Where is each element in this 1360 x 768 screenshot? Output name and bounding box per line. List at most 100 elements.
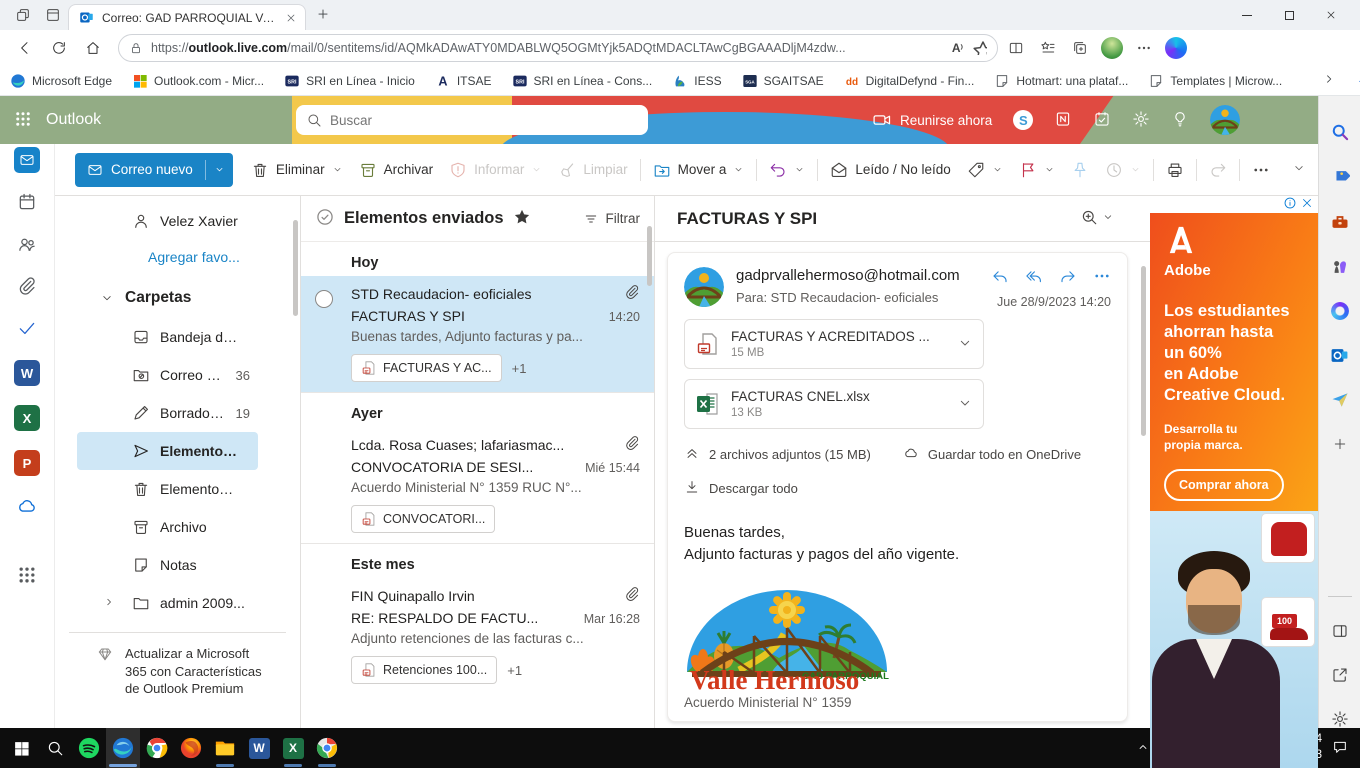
sidebar-drop-icon[interactable] <box>1329 390 1351 410</box>
window-close-button[interactable] <box>1310 0 1352 30</box>
word-taskbar-icon[interactable]: W <box>242 728 276 768</box>
todo-icon[interactable] <box>1093 110 1111 131</box>
home-button[interactable] <box>78 40 108 56</box>
outlook-logo-text[interactable]: Outlook <box>46 111 101 129</box>
bookmark[interactable]: Templates | Microw... <box>1148 73 1282 89</box>
attachment-card[interactable]: FACTURAS CNEL.xlsx13 KB <box>684 379 984 429</box>
feed-icon[interactable] <box>1054 110 1072 131</box>
new-mail-button[interactable]: Correo nuevo <box>75 153 233 187</box>
bookmark[interactable]: SRISRI en Línea - Inicio <box>284 73 415 89</box>
reading-scrollbar[interactable] <box>1141 266 1146 436</box>
sidebar-games-icon[interactable] <box>1329 257 1351 277</box>
select-all-icon[interactable] <box>315 207 335 230</box>
copilot-icon[interactable] <box>1162 37 1190 59</box>
sidebar-settings-icon[interactable] <box>1329 709 1351 728</box>
folder-pane-scrollbar[interactable] <box>293 220 298 316</box>
move-to-button[interactable]: Mover a <box>645 153 753 187</box>
ad-cta-button[interactable]: Comprar ahora <box>1164 469 1284 501</box>
print-button[interactable] <box>1158 153 1192 187</box>
zoom-icon[interactable] <box>1080 208 1098 229</box>
ad-close-icon[interactable] <box>1300 196 1314 213</box>
download-all-link[interactable]: Descargar todo <box>709 481 798 496</box>
tab-actions-icon[interactable] <box>38 7 68 23</box>
workspaces-icon[interactable] <box>8 7 38 23</box>
attachment-chip[interactable]: FACTURAS Y AC... <box>351 354 502 382</box>
browser-tab[interactable]: Correo: GAD PARROQUIAL VALLE <box>68 4 306 30</box>
action-center-icon[interactable] <box>1332 739 1348 758</box>
app-launcher-icon[interactable] <box>14 110 32 131</box>
adobe-ad[interactable]: Adobe Los estudiantesahorran hastaun 60%… <box>1150 213 1318 511</box>
folder-notes[interactable]: Notas <box>55 546 300 584</box>
ad-info-icon[interactable] <box>1283 196 1297 213</box>
refresh-button[interactable] <box>44 40 74 56</box>
flag-button[interactable] <box>1011 153 1063 187</box>
bookmark[interactable]: SGASGAITSAE <box>742 73 824 89</box>
tips-bulb-icon[interactable] <box>1171 110 1189 131</box>
sidebar-shopping-icon[interactable] <box>1329 167 1351 187</box>
read-aloud-icon[interactable]: A <box>952 41 963 55</box>
delete-button[interactable]: Eliminar <box>243 153 351 187</box>
collapse-toolbar-icon[interactable] <box>1292 161 1306 178</box>
more-apps-icon[interactable] <box>17 565 37 588</box>
tab-close-icon[interactable] <box>285 12 297 24</box>
folder-admin[interactable]: admin 2009... <box>55 584 300 622</box>
attachment-dropdown-icon[interactable] <box>957 335 973 354</box>
email-list-item[interactable]: Lcda. Rosa Cuases; lafariasmac... CONVOC… <box>301 427 654 543</box>
spotify-icon[interactable] <box>72 728 106 768</box>
bookmark[interactable]: SRISRI en Línea - Cons... <box>512 73 653 89</box>
calendar-module-icon[interactable] <box>17 192 37 215</box>
folder-inbox[interactable]: Bandeja de ... <box>55 318 300 356</box>
save-to-onedrive-link[interactable]: Guardar todo en OneDrive <box>928 447 1081 462</box>
favorite-item[interactable]: Velez Xavier <box>55 202 300 240</box>
folder-deleted[interactable]: Elementos e... <box>55 470 300 508</box>
search-input[interactable] <box>330 113 638 128</box>
word-icon[interactable]: W <box>14 360 40 386</box>
file-explorer-icon[interactable] <box>208 728 242 768</box>
powerpoint-icon[interactable]: P <box>14 450 40 476</box>
attachment-chip[interactable]: CONVOCATORI... <box>351 505 495 533</box>
reply-all-icon[interactable] <box>1025 267 1043 288</box>
start-button[interactable] <box>4 728 38 768</box>
address-bar[interactable]: https://outlook.live.com/mail/0/sentitem… <box>118 34 998 62</box>
categorize-button[interactable] <box>959 153 1011 187</box>
onedrive-icon[interactable] <box>16 495 38 520</box>
window-minimize-button[interactable] <box>1226 0 1268 30</box>
folder-sent-selected[interactable]: Elementos ... <box>77 432 258 470</box>
bookmark[interactable]: AITSAE <box>435 73 492 89</box>
attachment-chip[interactable]: Retenciones 100... <box>351 656 497 684</box>
more-commands-icon[interactable] <box>1244 153 1278 187</box>
favorite-star-icon[interactable] <box>971 39 987 58</box>
excel-icon[interactable]: X <box>14 405 40 431</box>
tray-expand-icon[interactable] <box>1136 740 1150 757</box>
list-scrollbar[interactable] <box>647 226 652 286</box>
attachment-card[interactable]: FACTURAS Y ACREDITADOS ...15 MB <box>684 319 984 369</box>
split-screen-icon[interactable] <box>1002 40 1030 56</box>
sidebar-tools-icon[interactable] <box>1329 212 1351 232</box>
reply-icon[interactable] <box>991 267 1009 288</box>
collections-icon[interactable] <box>1066 40 1094 56</box>
search-bar[interactable] <box>296 105 648 135</box>
collapse-attachments-icon[interactable] <box>684 445 700 464</box>
folder-drafts[interactable]: Borradores19 <box>55 394 300 432</box>
edge-taskbar-icon[interactable] <box>106 728 140 768</box>
favorite-folder-star-icon[interactable] <box>513 208 531 229</box>
sidebar-search-icon[interactable] <box>1329 122 1351 142</box>
bookmark[interactable]: ddDigitalDefynd - Fin... <box>844 73 975 89</box>
account-avatar[interactable] <box>1210 105 1240 135</box>
sidebar-panel-icon[interactable] <box>1329 622 1351 641</box>
camera-app-icon[interactable] <box>310 728 344 768</box>
folder-junk[interactable]: Correo n...36 <box>55 356 300 394</box>
bookmark[interactable]: Hotmart: una plataf... <box>994 73 1128 89</box>
sidebar-open-link-icon[interactable] <box>1329 666 1351 685</box>
bookmark[interactable]: Outlook.com - Micr... <box>132 73 264 89</box>
bookmark[interactable]: Microsoft Edge <box>10 73 112 89</box>
browser-menu-icon[interactable] <box>1130 40 1158 56</box>
sidebar-add-icon[interactable] <box>1329 435 1351 454</box>
add-favorite-link[interactable]: Agregar favo... <box>55 240 300 274</box>
back-button[interactable] <box>10 40 40 56</box>
read-unread-button[interactable]: Leído / No leído <box>822 153 958 187</box>
excel-taskbar-icon[interactable]: X <box>276 728 310 768</box>
browser-profile-avatar[interactable] <box>1098 37 1126 59</box>
sidebar-m365-icon[interactable] <box>1329 302 1351 321</box>
new-tab-button[interactable] <box>316 7 330 24</box>
